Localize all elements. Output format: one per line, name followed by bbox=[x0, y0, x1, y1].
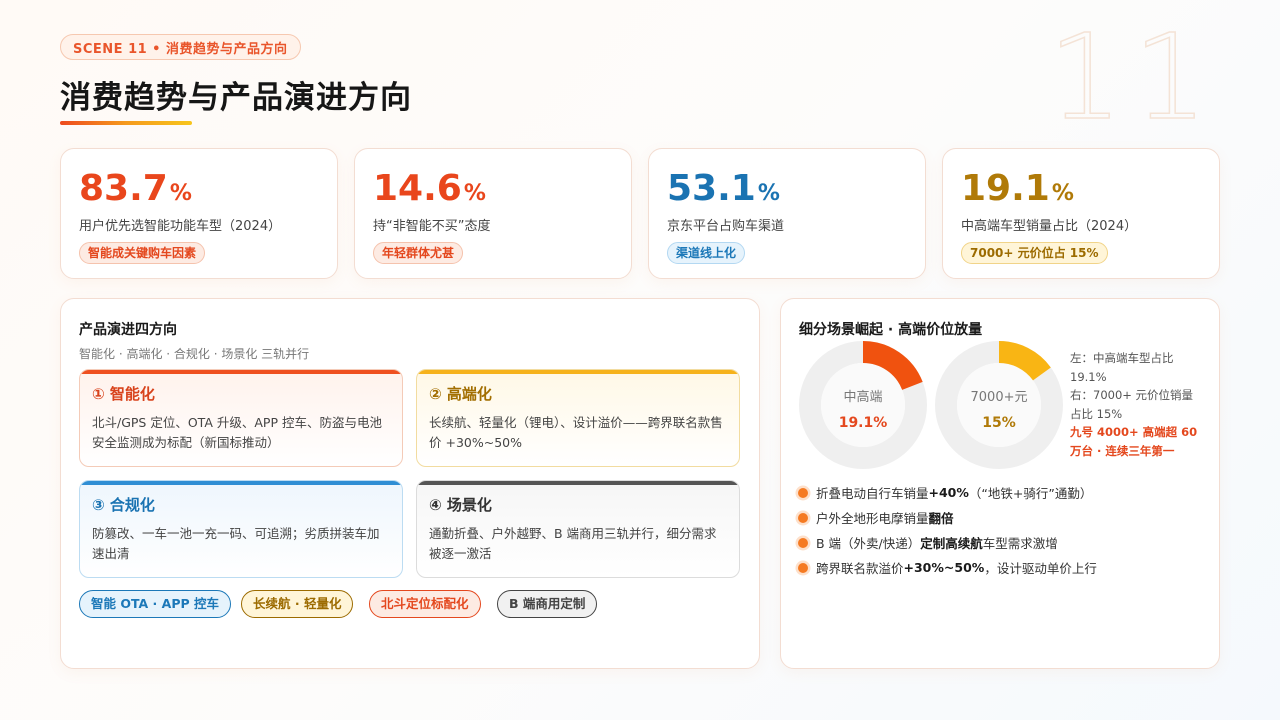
donut-label: 中高端 bbox=[843, 390, 883, 405]
bullet-dot bbox=[798, 512, 808, 523]
stat-card-smart-preference: 83.7% 用户优先选智能功能车型（2024） 智能成关键购车因素 bbox=[60, 148, 338, 279]
direction-title: ① 智能化 bbox=[92, 385, 155, 403]
list-item: B 端（外卖/快递） 定制高续航 车型需求激增 bbox=[798, 530, 1097, 555]
segment-bullets: 折叠电动自行车销量 +40% （“地铁+骑行”通勤） 户外全地形电摩销量 翻倍 B… bbox=[798, 480, 1097, 580]
direction-text: 北斗/GPS 定位、OTA 升级、APP 控车、防盗与电池安全监测成为标配（新国… bbox=[92, 415, 382, 450]
stat-value: 53.1% bbox=[667, 168, 780, 209]
donut-label: 7000+元 bbox=[970, 390, 1028, 405]
stat-label: 京东平台占购车渠道 bbox=[667, 219, 785, 234]
scene-number-watermark: 11 bbox=[1047, 8, 1218, 146]
list-item: 跨界联名款溢价 +30%~50% ，设计驱动单价上行 bbox=[798, 555, 1097, 580]
section-subtitle: 智能化 · 高端化 · 合规化 · 场景化 三轨并行 bbox=[79, 347, 310, 361]
stat-label: 中高端车型销量占比（2024） bbox=[961, 219, 1138, 234]
direction-card-premium: ② 高端化 长续航、轻量化（锂电）、设计溢价——跨界联名款售价 +30%~50% bbox=[416, 369, 740, 467]
donut-value: 15% bbox=[982, 415, 1016, 431]
stat-value: 14.6% bbox=[373, 168, 486, 209]
stat-label: 持“非智能不买”态度 bbox=[373, 219, 491, 234]
stat-badge: 年轻群体尤甚 bbox=[373, 242, 464, 264]
direction-text: 通勤折叠、户外越野、B 端商用三轨并行，细分需求被逐一激活 bbox=[429, 526, 717, 561]
stat-badge: 渠道线上化 bbox=[667, 242, 746, 264]
title-underline bbox=[60, 121, 192, 125]
note-left: 左：中高端车型占比 19.1% bbox=[1070, 351, 1174, 384]
note-right: 右：7000+ 元价位销量占比 15% bbox=[1070, 388, 1194, 421]
stat-badge: 智能成关键购车因素 bbox=[79, 242, 206, 264]
list-item: 折叠电动自行车销量 +40% （“地铁+骑行”通勤） bbox=[798, 480, 1097, 505]
stat-card-premium-share: 19.1% 中高端车型销量占比（2024） 7000+ 元价位占 15% bbox=[942, 148, 1220, 279]
stat-card-non-smart-refusal: 14.6% 持“非智能不买”态度 年轻群体尤甚 bbox=[354, 148, 632, 279]
scene-tag: SCENE 11 • 消费趋势与产品方向 bbox=[60, 34, 301, 60]
stat-value: 19.1% bbox=[961, 168, 1074, 209]
direction-title: ④ 场景化 bbox=[429, 496, 492, 514]
direction-card-smart: ① 智能化 北斗/GPS 定位、OTA 升级、APP 控车、防盗与电池安全监测成… bbox=[79, 369, 403, 467]
direction-card-scenario: ④ 场景化 通勤折叠、户外越野、B 端商用三轨并行，细分需求被逐一激活 bbox=[416, 480, 740, 578]
list-item: 户外全地形电摩销量 翻倍 bbox=[798, 505, 1097, 530]
stat-value: 83.7% bbox=[79, 168, 192, 209]
direction-text: 长续航、轻量化（锂电）、设计溢价——跨界联名款售价 +30%~50% bbox=[429, 415, 723, 450]
donut-notes: 左：中高端车型占比 19.1% 右：7000+ 元价位销量占比 15% 九号 4… bbox=[1070, 349, 1204, 460]
bullet-dot bbox=[798, 562, 808, 573]
direction-text: 防篡改、一车一池一充一码、可追溯；劣质拼装车加速出清 bbox=[92, 526, 380, 561]
page-title: 消费趋势与产品演进方向 bbox=[60, 80, 412, 116]
section-title: 细分场景崛起 · 高端价位放量 bbox=[799, 322, 983, 338]
donut-value: 19.1% bbox=[838, 415, 888, 431]
direction-card-compliance: ③ 合规化 防篡改、一车一池一充一码、可追溯；劣质拼装车加速出清 bbox=[79, 480, 403, 578]
stat-badge: 7000+ 元价位占 15% bbox=[961, 242, 1108, 264]
section-title: 产品演进四方向 bbox=[79, 322, 177, 338]
tag-pill-long-range: 长续航 · 轻量化 bbox=[241, 590, 354, 618]
stat-card-jd-channel: 53.1% 京东平台占购车渠道 渠道线上化 bbox=[648, 148, 926, 279]
tag-pill-beidou: 北斗定位标配化 bbox=[369, 590, 481, 618]
bullet-dot bbox=[798, 537, 808, 548]
ninebot-highlight: 九号 4000+ 高端超 60 万台 · 连续三年第一 bbox=[1070, 425, 1198, 458]
stat-label: 用户优先选智能功能车型（2024） bbox=[79, 219, 282, 234]
direction-title: ③ 合规化 bbox=[92, 496, 155, 514]
direction-title: ② 高端化 bbox=[429, 385, 492, 403]
tag-pill-b2b-custom: B 端商用定制 bbox=[497, 590, 598, 618]
tag-pill-smart-ota: 智能 OTA · APP 控车 bbox=[79, 590, 232, 618]
bullet-dot bbox=[798, 487, 808, 498]
